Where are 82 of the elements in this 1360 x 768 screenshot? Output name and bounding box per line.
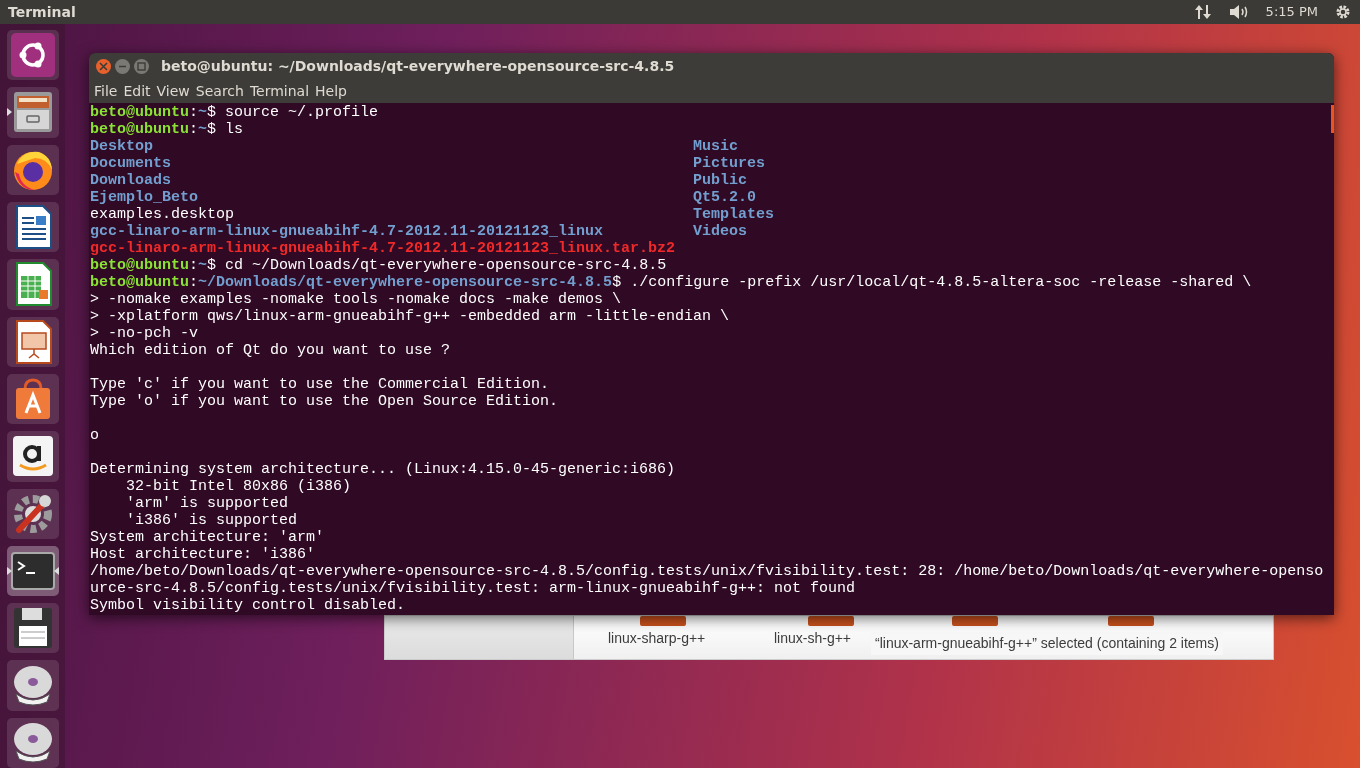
maximize-icon	[137, 62, 146, 71]
output-line: > -nomake examples -nomake tools -nomake docs -make demos \	[90, 291, 622, 308]
menu-item[interactable]: View	[153, 81, 193, 102]
file-entry: Videos	[693, 223, 748, 240]
output-line: > -xplatform qws/linux-arm-gnueabihf-g++ -embedded arm -little-endian \	[90, 308, 730, 325]
scrollbar-thumb[interactable]	[1331, 105, 1334, 133]
window-title: beto@ubuntu: ~/Downloads/qt-everywhere-opensource-src-4.8.5	[161, 57, 675, 76]
launcher-tile[interactable]	[6, 316, 59, 367]
launcher-tile[interactable]	[6, 30, 59, 81]
command-text: $ source ~/.profile	[207, 104, 379, 121]
output-line: Type 'o' if you want to use the Open Source Edition.	[90, 393, 559, 410]
launcher-tile[interactable]	[6, 259, 59, 310]
maximize-button[interactable]	[134, 59, 149, 74]
menu-item[interactable]: Terminal	[246, 81, 313, 102]
command-text: $ ls	[207, 121, 244, 138]
command-text: $ cd ~/Downloads/qt-everywhere-opensource-src-4.8.5	[207, 257, 667, 274]
settings-icon[interactable]	[1334, 3, 1352, 21]
file-entry: Public	[693, 172, 748, 189]
command-text: :	[189, 121, 199, 138]
folder-name[interactable]: linux-sharp-g++	[608, 628, 706, 649]
app-title: Terminal	[8, 2, 76, 22]
focus-indicator	[53, 566, 59, 575]
output-line: urce-src-4.8.5/config.tests/unix/fvisibility.test: arm-linux-gnueabihf-g++: not found	[90, 580, 856, 597]
output-line: Type 'c' if you want to use the Commercial Edition.	[90, 376, 550, 393]
launcher-tile[interactable]	[6, 545, 59, 597]
close-icon	[99, 62, 108, 71]
launcher-tile[interactable]	[6, 201, 59, 253]
file-entry: examples.desktop	[90, 206, 235, 223]
file-entry: Templates	[693, 206, 775, 223]
menu-item[interactable]: Edit	[120, 81, 154, 102]
output-line: 32-bit Intel 80x86 (i386)	[125, 478, 352, 495]
minimize-button[interactable]	[115, 59, 130, 74]
output-line: System architecture: 'arm'	[90, 529, 325, 546]
clock[interactable]: 5:15 PM	[1265, 2, 1318, 22]
menu-item[interactable]: Search	[192, 81, 247, 102]
prompt-user: beto@ubuntu	[90, 104, 190, 121]
output-line: 'i386' is supported	[125, 512, 298, 529]
prompt-path: ~	[198, 121, 208, 138]
ubuntu-logo-icon	[8, 31, 57, 80]
menu-item[interactable]: File	[91, 81, 121, 102]
prompt-path: ~	[198, 257, 208, 274]
file-entry: Ejemplo_Beto	[90, 189, 199, 206]
launcher-tile[interactable]	[6, 717, 59, 768]
command-text: :	[189, 257, 199, 274]
menu-item[interactable]: Help	[312, 81, 350, 102]
file-entry: gcc-linaro-arm-linux-gnueabihf-4.7-2012.11-20121123_linux.tar.bz2	[90, 240, 676, 257]
output-line: 'arm' is supported	[125, 495, 289, 512]
file-entry: gcc-linaro-arm-linux-gnueabihf-4.7-2012.11-20121123_linux	[90, 223, 604, 240]
launcher-tile[interactable]	[6, 488, 59, 539]
prompt-user: beto@ubuntu	[90, 121, 190, 138]
output-line: o	[90, 427, 99, 444]
network-icon[interactable]	[1193, 3, 1212, 21]
output-line: /home/beto/Downloads/qt-everywhere-opensource-src-4.8.5/config.tests/unix/fvisibility.test: 28: /home/beto/Downloads/qt-everywhere-openso	[90, 563, 1324, 580]
file-entry: Qt5.2.0	[693, 189, 757, 206]
output-line: Determining system architecture... (Linux:4.15.0-45-generic:i686)	[90, 461, 676, 478]
running-indicator	[6, 108, 12, 117]
launcher-tile[interactable]	[6, 660, 59, 711]
launcher-tile[interactable]	[6, 373, 59, 425]
prompt-path: ~	[198, 104, 208, 121]
close-button[interactable]	[96, 59, 111, 74]
running-indicator	[6, 566, 12, 575]
file-entry: Desktop	[90, 138, 153, 155]
launcher-tile[interactable]	[6, 87, 59, 138]
file-entry: Music	[693, 138, 739, 155]
output-line: > -no-pch -v	[90, 325, 199, 342]
file-entry: Documents	[90, 155, 171, 172]
launcher-tile[interactable]	[6, 603, 59, 654]
prompt-user: beto@ubuntu	[90, 257, 190, 274]
prompt-user: beto@ubuntu	[90, 274, 190, 291]
output-line: Host architecture: 'i386'	[90, 546, 316, 563]
command-text: :	[189, 104, 199, 121]
file-entry: Pictures	[693, 155, 766, 172]
launcher-tile[interactable]	[6, 431, 59, 482]
launcher-tile[interactable]	[6, 144, 59, 195]
volume-icon[interactable]	[1227, 3, 1250, 21]
file-entry: Downloads	[90, 172, 171, 189]
prompt-path: ~/Downloads/qt-everywhere-opensource-src-4.8.5	[198, 274, 613, 291]
output-line: Symbol visibility control disabled.	[90, 597, 406, 614]
command-text: :	[189, 274, 199, 291]
output-line: Which edition of Qt do you want to use ?	[90, 342, 451, 359]
folder-name[interactable]: linux-sh-g++	[774, 628, 852, 649]
command-text: $ ./configure -prefix /usr/local/qt-4.8.5-altera-soc -release -shared \	[612, 274, 1252, 291]
